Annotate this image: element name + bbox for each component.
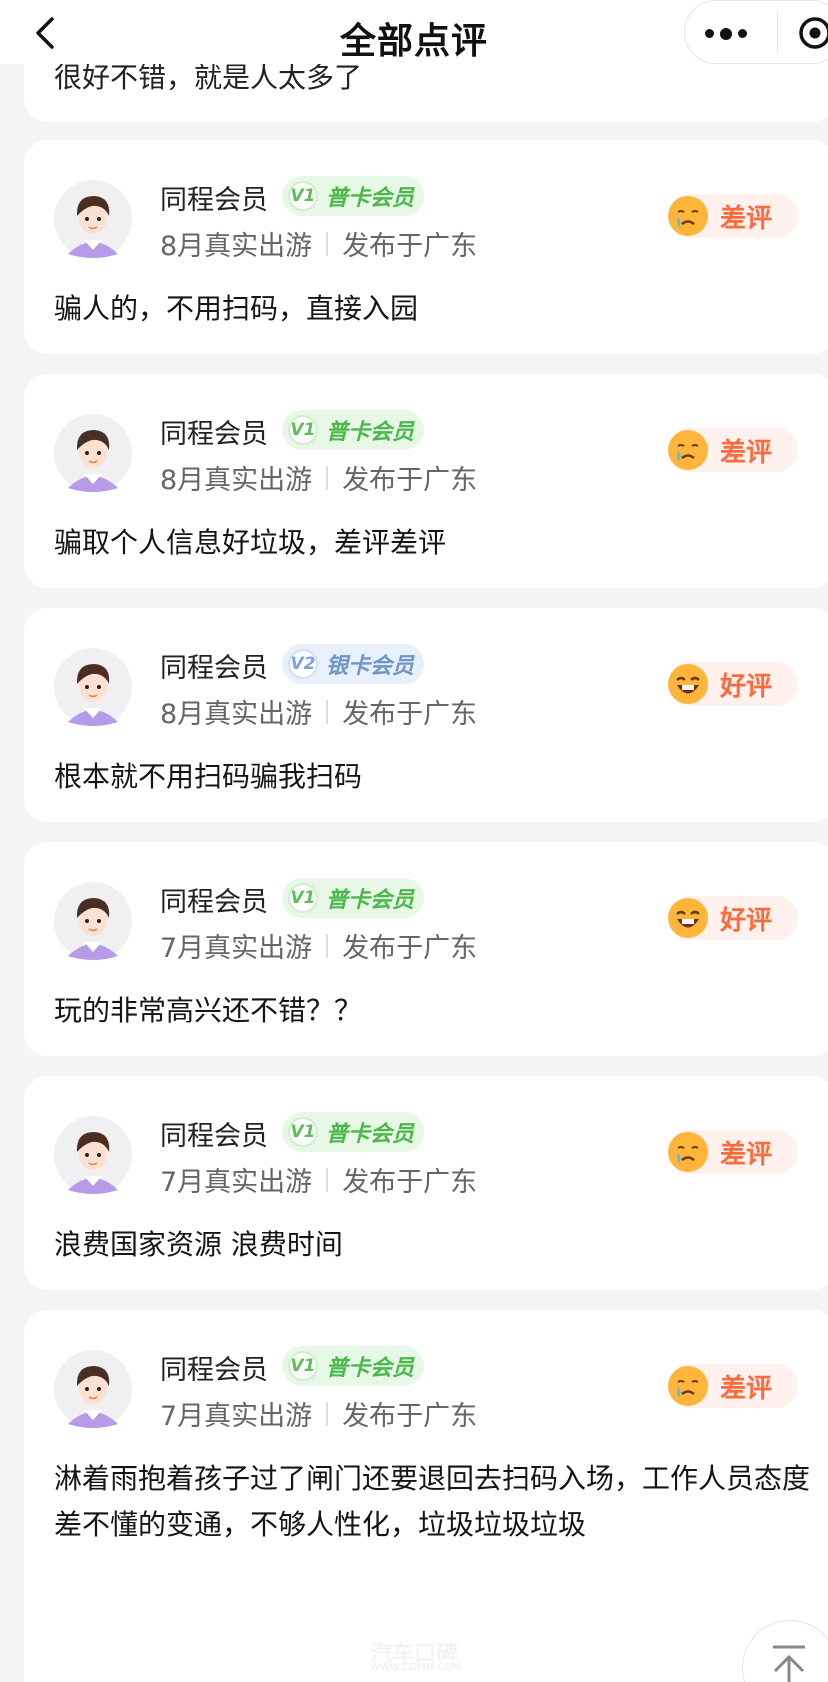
reviewer-name: 同程会员 <box>160 185 268 216</box>
review-card[interactable]: 同程会员 V1 普卡会员 8月真实出游 发布于广东 差评 骗取个人信息好垃圾，差… <box>24 374 828 588</box>
reviewer-name: 同程会员 <box>160 653 268 684</box>
watermark-logo-icon <box>302 1635 362 1673</box>
review-meta: 7月真实出游 发布于广东 <box>160 1160 477 1199</box>
more-icon[interactable] <box>705 28 747 40</box>
sad-face-icon <box>668 1132 708 1172</box>
reviewer-name: 同程会员 <box>160 419 268 450</box>
meta-divider <box>326 1167 329 1192</box>
member-badge: V2 银卡会员 <box>282 644 424 684</box>
review-card[interactable]: 同程会员 V1 普卡会员 7月真实出游 发布于广东 好评 玩的非常高兴还不错？？ <box>24 842 828 1056</box>
avatar[interactable] <box>54 1116 132 1194</box>
review-content: 根本就不用扫码骗我扫码 <box>54 760 363 793</box>
review-content: 玩的非常高兴还不错？？ <box>54 994 363 1027</box>
publish-location: 发布于广东 <box>342 1401 478 1432</box>
rating-badge: 好评 <box>668 896 798 940</box>
review-meta: 7月真实出游 发布于广东 <box>160 1394 477 1433</box>
review-meta: 8月真实出游 发布于广东 <box>160 692 477 731</box>
meta-divider <box>326 699 329 724</box>
meta-divider <box>326 231 329 256</box>
review-content: 骗人的，不用扫码，直接入园 <box>54 292 419 325</box>
member-level: V1 <box>288 883 318 913</box>
watermark: 汽车口碑 WWW.GDMM.COM <box>300 1632 500 1680</box>
meta-divider <box>326 465 329 490</box>
review-content: 淋着雨抱着孩子过了闸门还要退回去扫码入场，工作人员态度差不懂的变通，不够人性化，… <box>54 1462 811 1541</box>
arrow-up-icon <box>773 1645 805 1682</box>
review-card[interactable]: 同程会员 V1 普卡会员 7月真实出游 发布于广东 差评 淋着雨抱着孩子过了闸门… <box>24 1310 828 1682</box>
capsule-divider <box>777 11 778 53</box>
travel-date: 8月真实出游 <box>160 699 313 730</box>
happy-face-icon <box>668 664 708 704</box>
reviewer-name: 同程会员 <box>160 887 268 918</box>
rating-badge: 差评 <box>668 428 798 472</box>
sad-face-icon <box>668 1366 708 1406</box>
review-card[interactable]: 同程会员 V1 普卡会员 7月真实出游 发布于广东 差评 浪费国家资源 浪费时间 <box>24 1076 828 1290</box>
member-level: V2 <box>288 649 318 679</box>
member-level: V1 <box>288 181 318 211</box>
meta-divider <box>326 1401 329 1426</box>
mini-program-capsule <box>684 0 828 64</box>
review-content: 骗取个人信息好垃圾，差评差评 <box>54 526 447 559</box>
rating-badge: 差评 <box>668 1130 798 1174</box>
rating-label: 差评 <box>720 437 773 468</box>
avatar[interactable] <box>54 882 132 960</box>
review-card[interactable]: 同程会员 V2 银卡会员 8月真实出游 发布于广东 好评 根本就不用扫码骗我扫码 <box>24 608 828 822</box>
rating-badge: 差评 <box>668 194 798 238</box>
member-badge: V1 普卡会员 <box>282 1112 424 1152</box>
rating-label: 差评 <box>720 203 773 234</box>
rating-badge: 差评 <box>668 1364 798 1408</box>
rating-label: 好评 <box>720 905 773 936</box>
member-level-name: 银卡会员 <box>326 654 415 679</box>
member-level-name: 普卡会员 <box>326 420 415 445</box>
member-badge: V1 普卡会员 <box>282 410 424 450</box>
avatar[interactable] <box>54 180 132 258</box>
avatar[interactable] <box>54 414 132 492</box>
rating-label: 差评 <box>720 1139 773 1170</box>
travel-date: 8月真实出游 <box>160 465 313 496</box>
reviewer-name: 同程会员 <box>160 1355 268 1386</box>
publish-location: 发布于广东 <box>342 699 478 730</box>
review-meta: 8月真实出游 发布于广东 <box>160 458 477 497</box>
travel-date: 7月真实出游 <box>160 1167 313 1198</box>
publish-location: 发布于广东 <box>342 465 478 496</box>
happy-face-icon <box>668 898 708 938</box>
rating-label: 好评 <box>720 671 773 702</box>
travel-date: 8月真实出游 <box>160 231 313 262</box>
review-meta: 8月真实出游 发布于广东 <box>160 224 477 263</box>
close-target-icon[interactable] <box>797 15 828 51</box>
review-content: 浪费国家资源 浪费时间 <box>54 1228 343 1261</box>
member-badge: V1 普卡会员 <box>282 1346 424 1386</box>
member-level-name: 普卡会员 <box>326 186 415 211</box>
avatar[interactable] <box>54 648 132 726</box>
review-card[interactable]: 同程会员 V1 普卡会员 8月真实出游 发布于广东 差评 骗人的，不用扫码，直接… <box>24 140 828 354</box>
publish-location: 发布于广东 <box>342 1167 478 1198</box>
member-badge: V1 普卡会员 <box>282 878 424 918</box>
nav-header: 全部点评 <box>0 0 828 64</box>
reviewer-name: 同程会员 <box>160 1121 268 1152</box>
travel-date: 7月真实出游 <box>160 933 313 964</box>
member-level: V1 <box>288 1117 318 1147</box>
watermark-url: WWW.GDMM.COM <box>370 1662 462 1673</box>
member-level-name: 普卡会员 <box>326 1356 415 1381</box>
member-level-name: 普卡会员 <box>326 888 415 913</box>
meta-divider <box>326 933 329 958</box>
member-level-name: 普卡会员 <box>326 1122 415 1147</box>
publish-location: 发布于广东 <box>342 933 478 964</box>
sad-face-icon <box>668 196 708 236</box>
review-meta: 7月真实出游 发布于广东 <box>160 926 477 965</box>
member-badge: V1 普卡会员 <box>282 176 424 216</box>
member-level: V1 <box>288 415 318 445</box>
travel-date: 7月真实出游 <box>160 1401 313 1432</box>
rating-label: 差评 <box>720 1373 773 1404</box>
avatar[interactable] <box>54 1350 132 1428</box>
publish-location: 发布于广东 <box>342 231 478 262</box>
member-level: V1 <box>288 1351 318 1381</box>
sad-face-icon <box>668 430 708 470</box>
rating-badge: 好评 <box>668 662 798 706</box>
